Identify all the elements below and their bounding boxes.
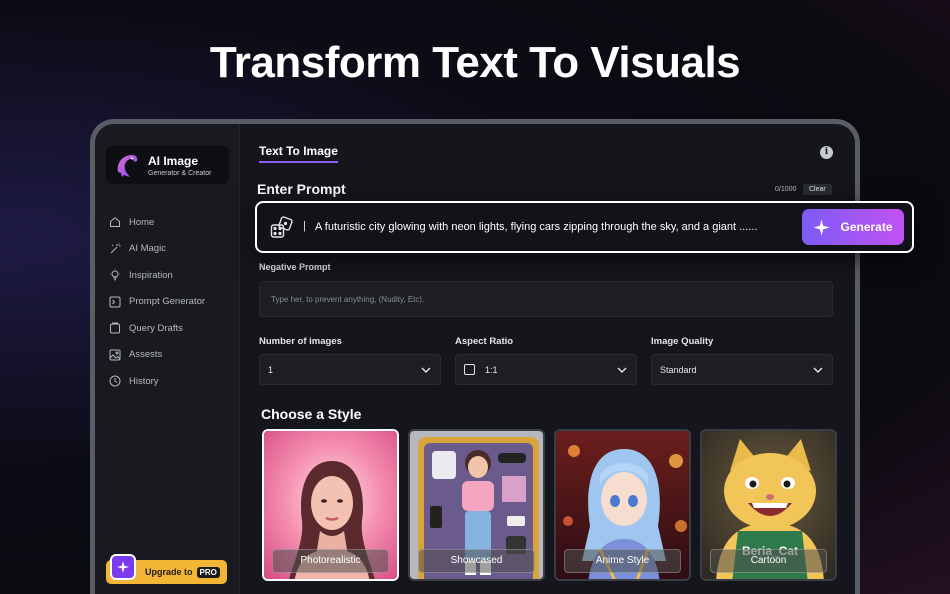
style-card-anime-style[interactable]: Anime Style (554, 429, 691, 581)
sidebar-item-label: Prompt Generator (129, 296, 206, 308)
upgrade-label: Upgrade to (145, 567, 193, 577)
square-ratio-icon (464, 364, 475, 375)
brand-tagline: Generator & Creator (148, 169, 212, 177)
image-quality-select[interactable]: Standard (651, 354, 833, 385)
style-card-showcased[interactable]: Showcased (408, 429, 545, 581)
select-value: Standard (660, 364, 697, 375)
style-label: Anime Style (564, 549, 681, 573)
number-of-images-label: Number of images (259, 336, 342, 347)
dice-icon[interactable] (270, 216, 294, 240)
sidebar-item-inspiration[interactable]: Inspiration (109, 262, 205, 289)
generate-label: Generate (840, 220, 893, 234)
negative-prompt-input[interactable] (271, 294, 832, 304)
home-icon (110, 217, 120, 228)
main-panel: Text To Image i Enter Prompt 0/1000 Clea… (240, 124, 855, 594)
sidebar: AI Image Generator & Creator Home AI Mag… (95, 124, 240, 594)
aspect-ratio-select[interactable]: 1:1 (455, 354, 637, 385)
select-value: 1 (268, 364, 274, 375)
style-card-cartoon[interactable]: Beria_Cat Cartoon (700, 429, 837, 581)
sidebar-item-prompt-generator[interactable]: Prompt Generator (109, 289, 205, 316)
info-icon[interactable]: i (820, 146, 833, 159)
enter-prompt-heading: Enter Prompt (257, 181, 346, 197)
sidebar-item-label: History (129, 375, 159, 387)
sidebar-item-label: Assests (129, 349, 163, 361)
clock-icon (109, 375, 121, 387)
sidebar-item-history[interactable]: History (109, 368, 205, 395)
drafts-icon (110, 322, 120, 334)
chevron-down-icon (421, 367, 431, 373)
sidebar-item-label: Inspiration (129, 269, 173, 281)
prompt-text[interactable]: A futuristic city glowing with neon ligh… (315, 221, 757, 233)
negative-prompt-label: Negative Prompt (259, 262, 331, 272)
chevron-down-icon (617, 367, 627, 373)
sidebar-item-home[interactable]: Home (109, 209, 205, 236)
brand-logo[interactable]: AI Image Generator & Creator (106, 146, 229, 184)
magic-wand-icon (110, 243, 121, 254)
choose-style-heading: Choose a Style (261, 406, 362, 422)
sidebar-item-ai-magic[interactable]: AI Magic (109, 236, 205, 263)
sidebar-nav: Home AI Magic Inspiration Prompt Generat… (109, 209, 205, 395)
sidebar-item-label: AI Magic (129, 243, 166, 255)
page-headline: Transform Text To Visuals (209, 38, 741, 87)
lightbulb-icon (110, 269, 120, 281)
style-label: Cartoon (710, 549, 827, 573)
negative-prompt-field[interactable] (259, 281, 833, 317)
aspect-ratio-label: Aspect Ratio (455, 336, 514, 347)
char-count: 0/1000 (775, 186, 797, 193)
upgrade-button[interactable]: Upgrade to PRO (106, 554, 227, 584)
style-card-photorealistic[interactable]: Photorealistic (262, 429, 399, 581)
sidebar-item-label: Query Drafts (129, 322, 183, 334)
image-quality-label: Image Quality (651, 336, 714, 347)
style-label: Showcased (418, 549, 535, 573)
brand-name: AI Image (148, 153, 199, 168)
tab-text-to-image[interactable]: Text To Image (259, 144, 338, 158)
select-value: 1:1 (485, 364, 498, 375)
number-of-images-select[interactable]: 1 (259, 354, 441, 385)
clear-button[interactable]: Clear (803, 184, 832, 195)
pro-badge: PRO (196, 566, 220, 578)
text-cursor: | (303, 220, 306, 232)
prompt-input-bar[interactable]: | A futuristic city glowing with neon li… (255, 201, 914, 253)
style-label: Photorealistic (272, 549, 389, 573)
image-icon (109, 349, 121, 361)
sidebar-item-label: Home (129, 216, 155, 228)
generate-button[interactable]: Generate (802, 209, 904, 245)
sidebar-item-assests[interactable]: Assests (109, 342, 205, 369)
dolphin-logo-icon (117, 155, 138, 177)
sparkle-icon (813, 219, 830, 235)
sparkle-icon (110, 554, 136, 580)
terminal-icon (109, 296, 121, 308)
tab-underline (259, 161, 338, 163)
sidebar-item-query-drafts[interactable]: Query Drafts (109, 315, 205, 342)
chevron-down-icon (813, 367, 823, 373)
app-window: AI Image Generator & Creator Home AI Mag… (90, 119, 860, 594)
